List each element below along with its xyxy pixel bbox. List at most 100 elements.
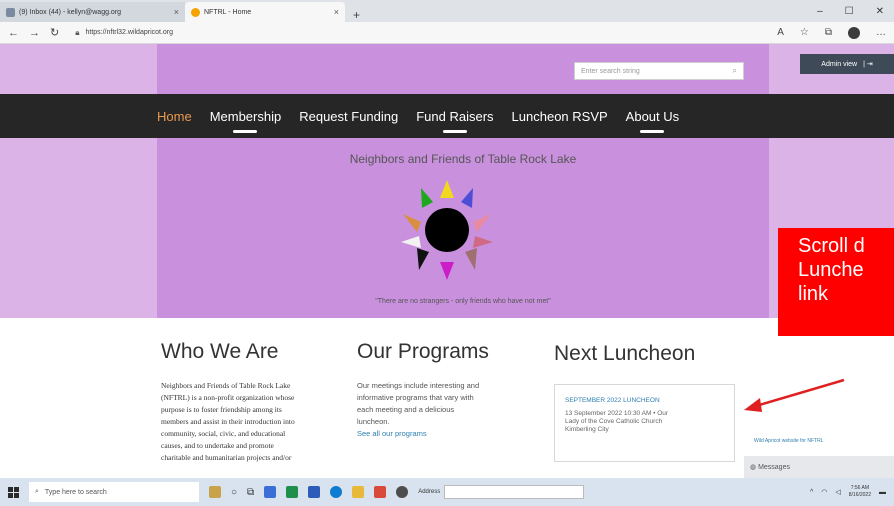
- text-line: each meeting and a delicious: [357, 405, 455, 414]
- back-icon[interactable]: ←: [8, 27, 19, 39]
- next-luncheon-heading: Next Luncheon: [554, 342, 696, 365]
- gmail-icon[interactable]: [374, 486, 387, 498]
- annotation-arrow: [744, 378, 845, 412]
- network-icon[interactable]: ◠: [821, 488, 827, 496]
- address-label: Address: [418, 489, 441, 495]
- text-line: Lady of the Cove Catholic Church: [565, 418, 663, 425]
- nftrl-logo: [401, 180, 493, 280]
- window-controls: – ☐ ✕: [817, 0, 894, 22]
- submenu-indicator: [442, 129, 467, 133]
- new-tab-icon[interactable]: +: [345, 8, 368, 22]
- nav-label: Membership: [209, 108, 282, 124]
- news-widget-icon[interactable]: [209, 486, 221, 498]
- notifications-icon[interactable]: ▬: [879, 489, 886, 496]
- taskbar-search-placeholder: Type here to search: [44, 488, 107, 496]
- text-line: 13 September 2022 10:30 AM • Our: [565, 410, 669, 417]
- admin-exit-icon: | ⇥: [863, 61, 873, 68]
- text-line: Our meetings include interesting and: [357, 381, 480, 390]
- tab-label: (9) Inbox (44) - kellyn@wagg.org: [19, 8, 122, 16]
- url-text: https://nftrl32.wildapricot.org: [85, 29, 174, 36]
- maximize-icon[interactable]: ☐: [845, 6, 854, 17]
- system-tray: ^ ◠ ◁ 7:56 AM 8/16/2022 ▬: [810, 485, 894, 499]
- nav-label: Fund Raisers: [416, 108, 494, 124]
- messages-panel[interactable]: ◍ Messages: [744, 456, 894, 478]
- task-view-icon[interactable]: ⧉: [247, 487, 254, 498]
- lock-icon: 🔒︎: [75, 27, 80, 37]
- minimize-icon[interactable]: –: [817, 6, 823, 17]
- taskbar-address-input[interactable]: [444, 485, 585, 499]
- nav-membership[interactable]: Membership: [209, 108, 282, 133]
- word-icon[interactable]: [264, 486, 277, 498]
- url-field[interactable]: 🔒︎ https://nftrl32.wildapricot.org: [69, 25, 709, 41]
- close-icon[interactable]: ×: [174, 7, 179, 17]
- nav-luncheon-rsvp[interactable]: Luncheon RSVP: [512, 109, 608, 124]
- excel-icon[interactable]: [286, 486, 299, 498]
- clock-time: 7:56 AM: [850, 485, 870, 491]
- read-aloud-icon[interactable]: A: [777, 27, 784, 38]
- browser-address-bar: ← → ↻ 🔒︎ https://nftrl32.wildapricot.org…: [0, 22, 894, 44]
- text-line: community, social, civic, and educationa…: [161, 429, 286, 438]
- volume-icon[interactable]: ◁: [835, 488, 840, 496]
- forward-icon[interactable]: →: [29, 27, 40, 39]
- nav-fund-raisers[interactable]: Fund Raisers: [416, 108, 494, 133]
- submenu-indicator: [640, 129, 665, 133]
- our-programs-text: Our meetings include interesting and inf…: [357, 380, 537, 440]
- nav-label: About Us: [625, 108, 680, 124]
- file-explorer-icon[interactable]: [352, 486, 365, 498]
- site-title: Neighbors and Friends of Table Rock Lake: [349, 152, 577, 166]
- who-we-are-heading: Who We Are: [161, 340, 279, 363]
- luncheon-event-details: 13 September 2022 10:30 AM • Our Lady of…: [565, 410, 724, 434]
- our-programs-heading: Our Programs: [357, 340, 489, 363]
- text-line: members and assist in their introduction…: [161, 417, 295, 426]
- chrome-icon[interactable]: [396, 486, 409, 498]
- browser-tab-bar: (9) Inbox (44) - kellyn@wagg.org × NFTRL…: [0, 0, 894, 22]
- site-favicon-icon: [191, 7, 200, 17]
- windows-start-icon[interactable]: [8, 486, 19, 498]
- see-all-programs-link[interactable]: See all our programs: [357, 428, 537, 440]
- tray-overflow-icon[interactable]: ^: [810, 489, 813, 496]
- annotation-line: Lunche: [798, 259, 864, 281]
- refresh-icon[interactable]: ↻: [50, 26, 59, 39]
- nav-request-funding[interactable]: Request Funding: [299, 109, 398, 124]
- text-line: charitable and humanitarian projects and…: [161, 453, 292, 462]
- tab-label: NFTRL - Home: [204, 8, 252, 16]
- profile-avatar[interactable]: [848, 26, 860, 39]
- taskbar-search-input[interactable]: ⌕ Type here to search: [29, 482, 199, 502]
- text-line: Neighbors and Friends of Table Rock Lake: [161, 381, 291, 390]
- close-icon[interactable]: ×: [334, 7, 339, 17]
- text-line: purpose is to foster friendship among it…: [161, 405, 282, 414]
- wild-apricot-link[interactable]: Wild Apricot website for NFTRL: [754, 438, 823, 444]
- nav-label: Request Funding: [299, 108, 399, 124]
- system-clock[interactable]: 7:56 AM 8/16/2022: [849, 485, 871, 499]
- tab-nftrl-home[interactable]: NFTRL - Home ×: [185, 2, 345, 22]
- luncheon-event-card[interactable]: SEPTEMBER 2022 LUNCHEON 13 September 202…: [554, 384, 735, 462]
- admin-view-label: Admin view: [821, 60, 858, 68]
- luncheon-event-link[interactable]: SEPTEMBER 2022 LUNCHEON: [565, 397, 724, 404]
- close-window-icon[interactable]: ✕: [876, 6, 884, 17]
- who-we-are-text: Neighbors and Friends of Table Rock Lake…: [161, 380, 351, 464]
- favorite-icon[interactable]: ☆: [800, 27, 809, 38]
- nav-label: Luncheon RSVP: [511, 108, 608, 124]
- taskbar-apps: ○ ⧉: [209, 486, 409, 498]
- main-nav: Home Membership Request Funding Fund Rai…: [0, 94, 894, 138]
- text-line: luncheon.: [357, 417, 390, 426]
- hero-banner: Neighbors and Friends of Table Rock Lake…: [157, 138, 769, 318]
- nav-home[interactable]: Home: [157, 109, 192, 124]
- text-line: Kimberling City: [565, 426, 609, 433]
- search-placeholder: Enter search string: [581, 67, 640, 75]
- admin-view-button[interactable]: Admin view | ⇥: [800, 54, 894, 74]
- search-icon: ⌕: [35, 488, 39, 495]
- text-line: (NFTRL) is a non-profit organization who…: [161, 393, 295, 402]
- mail-icon: [6, 7, 15, 17]
- search-icon[interactable]: ⌕: [733, 66, 737, 76]
- tab-inbox[interactable]: (9) Inbox (44) - kellyn@wagg.org ×: [0, 2, 185, 22]
- nav-about-us[interactable]: About Us: [625, 108, 680, 133]
- chat-icon: ◍: [750, 464, 759, 471]
- collections-icon[interactable]: ⧉: [825, 27, 832, 38]
- messages-label: Messages: [758, 463, 790, 471]
- cortana-icon[interactable]: ○: [231, 487, 237, 498]
- more-icon[interactable]: …: [876, 27, 886, 38]
- outlook-icon[interactable]: [308, 486, 321, 498]
- site-search-input[interactable]: Enter search string ⌕: [574, 62, 744, 80]
- edge-icon[interactable]: [330, 486, 343, 498]
